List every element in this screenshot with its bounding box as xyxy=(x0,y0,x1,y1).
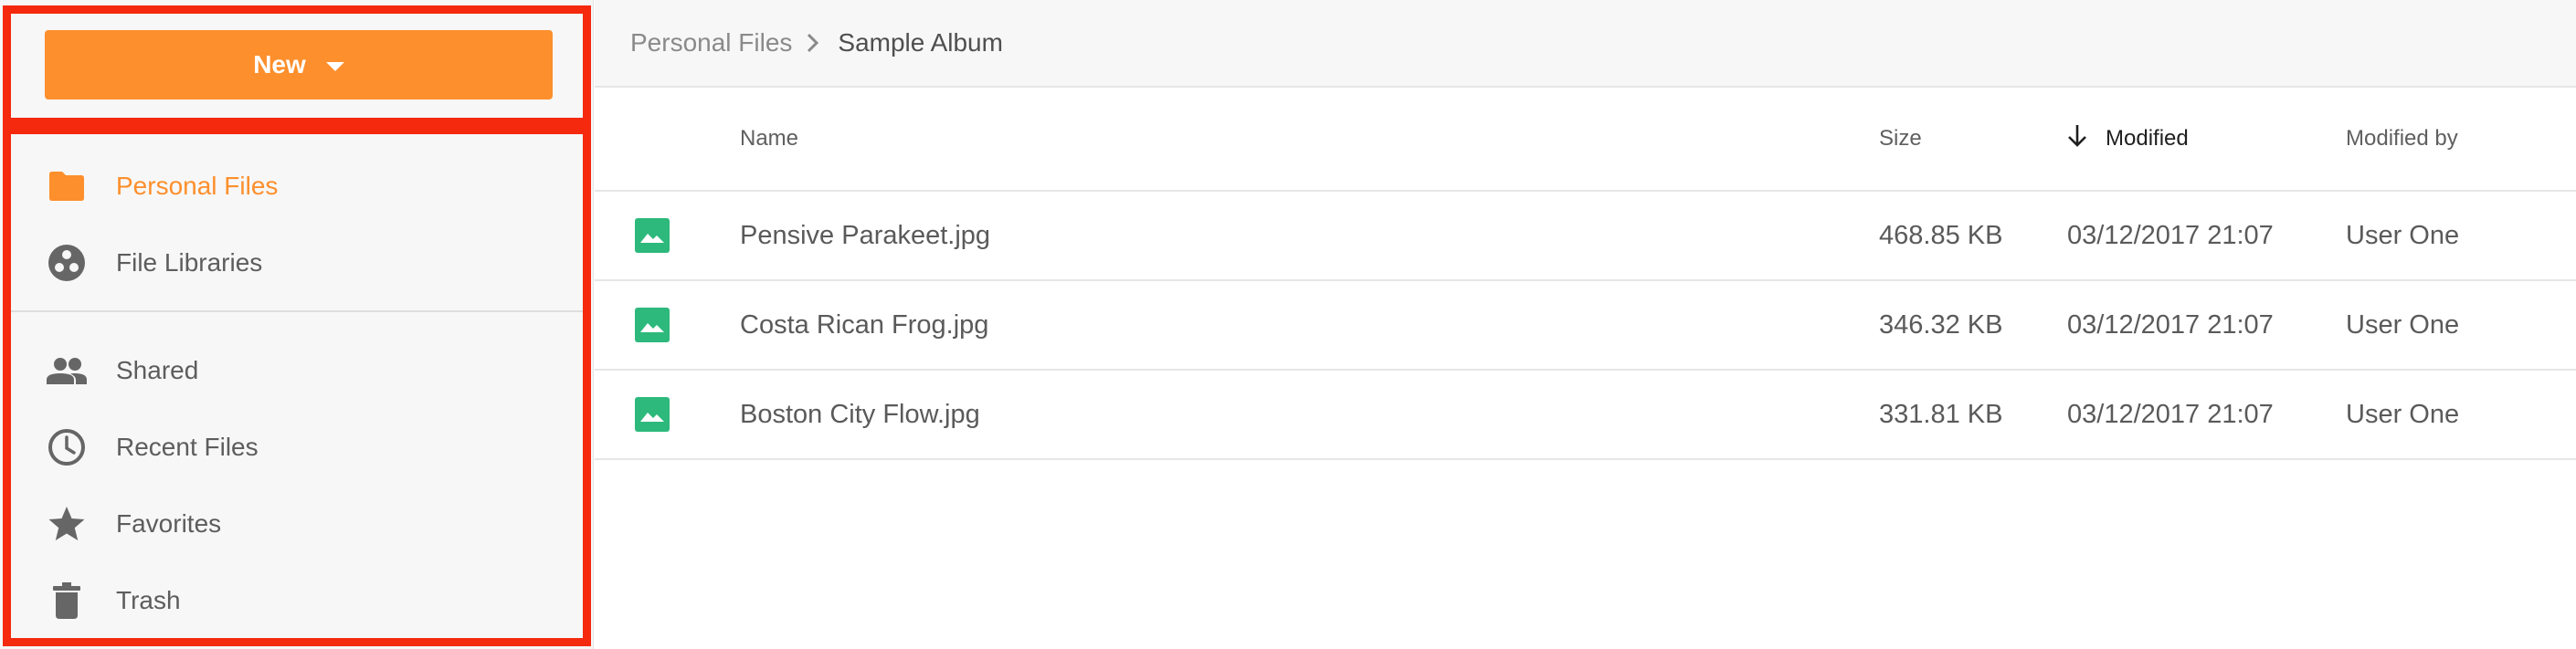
column-header-name[interactable]: Name xyxy=(740,88,798,190)
image-icon xyxy=(635,371,670,458)
file-size: 468.85 KB xyxy=(1879,220,2003,250)
sidebar-item-trash[interactable]: Trash xyxy=(11,568,583,633)
table-row[interactable]: Boston City Flow.jpg 331.81 KB 03/12/201… xyxy=(595,371,2576,460)
sidebar-item-shared[interactable]: Shared xyxy=(11,338,583,403)
sidebar-item-label: Favorites xyxy=(116,509,222,538)
breadcrumb: Personal Files Sample Album xyxy=(630,0,1003,86)
sidebar-navigation: Personal Files File Libraries Shared Rec… xyxy=(3,126,591,646)
chevron-right-icon xyxy=(807,33,823,53)
sidebar-item-label: Recent Files xyxy=(116,433,259,461)
breadcrumb-current: Sample Album xyxy=(838,28,1003,57)
sidebar-item-personal-files[interactable]: Personal Files xyxy=(11,153,583,219)
star-icon xyxy=(46,503,88,545)
main-content: Personal Files Sample Album Name Size Mo… xyxy=(595,0,2576,649)
folder-icon xyxy=(46,165,88,207)
file-size: 331.81 KB xyxy=(1879,399,2003,429)
table-header: Name Size Modified Modified by xyxy=(595,88,2576,192)
image-icon xyxy=(635,281,670,369)
table-row[interactable]: Costa Rican Frog.jpg 346.32 KB 03/12/201… xyxy=(595,281,2576,371)
sidebar: New Personal Files File Libraries Shared… xyxy=(0,0,594,649)
column-header-modified[interactable]: Modified xyxy=(2067,88,2189,190)
table-row[interactable]: Pensive Parakeet.jpg 468.85 KB 03/12/201… xyxy=(595,192,2576,281)
sidebar-item-file-libraries[interactable]: File Libraries xyxy=(11,230,583,296)
file-modified-by: User One xyxy=(2346,220,2460,250)
file-modified-by: User One xyxy=(2346,309,2460,340)
sidebar-item-recent-files[interactable]: Recent Files xyxy=(11,414,583,480)
column-header-size[interactable]: Size xyxy=(1879,88,1922,190)
people-icon xyxy=(46,350,88,392)
sidebar-item-label: File Libraries xyxy=(116,248,263,277)
file-name[interactable]: Costa Rican Frog.jpg xyxy=(740,281,988,369)
app-window: New Personal Files File Libraries Shared… xyxy=(0,0,2576,649)
column-header-modified-by[interactable]: Modified by xyxy=(2346,88,2458,190)
breadcrumb-root[interactable]: Personal Files xyxy=(630,28,792,58)
clock-icon xyxy=(46,426,88,468)
new-button-highlight: New xyxy=(3,5,591,126)
trash-icon xyxy=(46,580,88,622)
content-header: Personal Files Sample Album xyxy=(595,0,2576,88)
file-modified: 03/12/2017 21:07 xyxy=(2067,220,2274,250)
file-name[interactable]: Pensive Parakeet.jpg xyxy=(740,192,990,279)
sidebar-divider xyxy=(11,310,583,312)
file-modified-by: User One xyxy=(2346,399,2460,429)
sidebar-item-label: Personal Files xyxy=(116,172,279,200)
sidebar-item-favorites[interactable]: Favorites xyxy=(11,491,583,557)
new-button[interactable]: New xyxy=(45,30,553,99)
libraries-icon xyxy=(46,242,88,284)
sidebar-item-label: Shared xyxy=(116,356,199,384)
new-button-label: New xyxy=(253,50,306,79)
file-list: Name Size Modified Modified by Pensive P… xyxy=(595,88,2576,460)
image-icon xyxy=(635,192,670,279)
caret-down-icon xyxy=(325,62,344,71)
file-modified: 03/12/2017 21:07 xyxy=(2067,399,2274,429)
sidebar-item-label: Trash xyxy=(116,586,181,614)
arrow-down-icon xyxy=(2067,124,2087,154)
file-name[interactable]: Boston City Flow.jpg xyxy=(740,371,980,458)
column-header-modified-label: Modified xyxy=(2106,126,2189,151)
file-modified: 03/12/2017 21:07 xyxy=(2067,309,2274,340)
file-size: 346.32 KB xyxy=(1879,309,2003,340)
